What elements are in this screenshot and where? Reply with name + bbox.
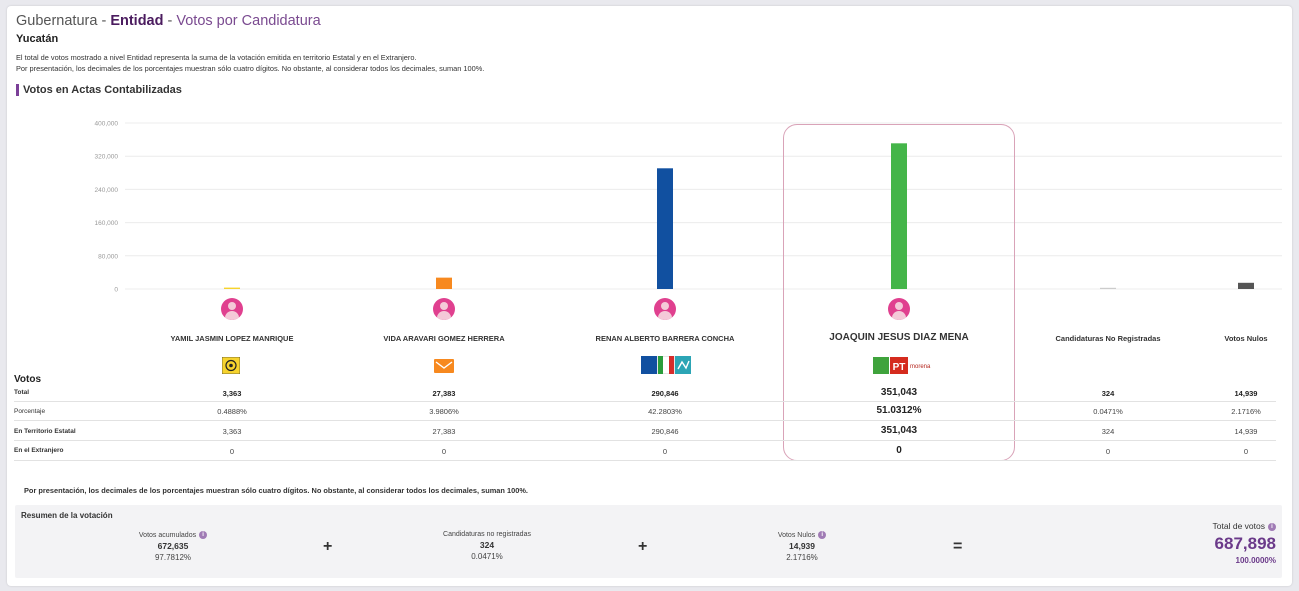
bar-4[interactable] bbox=[1100, 287, 1116, 289]
table-cell: 14,939 bbox=[1234, 389, 1258, 398]
bar-5[interactable] bbox=[1238, 282, 1254, 289]
bar-chart: 400,000 320,000 240,000 160,000 80,000 0 bbox=[95, 121, 1282, 294]
candidate-name: VIDA ARAVARI GOMEZ HERRERA bbox=[383, 334, 505, 343]
y-tick-label: 80,000 bbox=[98, 253, 118, 260]
votos-label: Votos bbox=[14, 374, 42, 385]
party-logo-icon bbox=[434, 359, 454, 373]
table-cell: 3,363 bbox=[222, 427, 242, 436]
summary-title: Resumen de la votación bbox=[21, 511, 113, 520]
total-value: 687,898 bbox=[1214, 534, 1276, 553]
info-icon[interactable]: i bbox=[818, 531, 827, 539]
info-icon[interactable]: i bbox=[1268, 522, 1276, 531]
acumulados-value: 672,635 bbox=[157, 541, 189, 551]
table-cell: 290,846 bbox=[651, 389, 679, 398]
row-divider bbox=[14, 460, 1276, 461]
row-label-extranjero: En el Extranjero bbox=[14, 447, 64, 454]
y-tick-label: 240,000 bbox=[95, 187, 119, 194]
table-cell: 27,383 bbox=[432, 389, 456, 398]
plus-sign: + bbox=[323, 538, 333, 555]
pt-logo-text: PT bbox=[893, 362, 906, 373]
info-icon[interactable]: i bbox=[199, 531, 208, 539]
row-divider bbox=[14, 401, 1276, 402]
nulos-pct: 2.1716% bbox=[786, 553, 818, 562]
avatar-icon bbox=[888, 298, 910, 320]
table-cell: 351,043 bbox=[880, 425, 918, 436]
total-pct: 100.0000% bbox=[1235, 556, 1276, 565]
candidate-name: JOAQUIN JESUS DIAZ MENA bbox=[829, 332, 969, 343]
party-logo-icon bbox=[222, 357, 240, 374]
row-label-estatal: En Territorio Estatal bbox=[14, 428, 76, 435]
footnote: Por presentación, los decimales de los p… bbox=[24, 486, 528, 495]
table-cell: 0 bbox=[1243, 447, 1249, 456]
bar-2[interactable] bbox=[657, 168, 673, 289]
table-cell: 3.9806% bbox=[429, 407, 459, 416]
table-cell: 2.1716% bbox=[1231, 407, 1261, 416]
no-reg-label: Candidaturas no registradas bbox=[443, 531, 531, 538]
bar-1[interactable] bbox=[436, 277, 452, 289]
no-reg-pct: 0.0471% bbox=[471, 552, 503, 561]
equals-sign: = bbox=[953, 538, 963, 555]
avatar-icon bbox=[433, 298, 455, 320]
summary-nulos: Votos Nulos i 14,939 2.1716% bbox=[722, 531, 882, 562]
morena-logo-text: morena bbox=[910, 364, 931, 370]
no-reg-value: 324 bbox=[479, 540, 495, 550]
table-cell: 290,846 bbox=[651, 427, 679, 436]
total-label: Total de votos bbox=[1212, 521, 1265, 531]
table-cell: 0 bbox=[441, 447, 447, 456]
table-cell: 27,383 bbox=[432, 427, 456, 436]
party-logo-icon bbox=[641, 356, 691, 374]
y-tick-label: 160,000 bbox=[95, 220, 119, 227]
table-cell: 0 bbox=[229, 447, 235, 456]
y-tick-label: 0 bbox=[114, 287, 118, 294]
table-cell: 0 bbox=[662, 447, 668, 456]
nulos-label: Votos Nulos bbox=[777, 531, 816, 539]
table-cell: 351,043 bbox=[880, 387, 918, 398]
candidate-name: YAMIL JASMIN LOPEZ MANRIQUE bbox=[170, 334, 294, 343]
row-label-total: Total bbox=[14, 389, 30, 396]
party-logo-icon: PT morena bbox=[873, 357, 931, 374]
y-tick-label: 320,000 bbox=[95, 154, 119, 161]
row-label-porcentaje: Porcentaje bbox=[14, 408, 46, 415]
candidate-name: RENAN ALBERTO BARRERA CONCHA bbox=[595, 334, 735, 343]
summary-no-registradas: Candidaturas no registradas 324 0.0471% bbox=[407, 531, 567, 561]
nulos-value: 14,939 bbox=[789, 541, 815, 551]
plus-sign: + bbox=[638, 538, 648, 555]
avatar-icon bbox=[654, 298, 676, 320]
summary-acumulados: Votos acumulados i 672,635 97.7812% bbox=[93, 531, 253, 562]
summary-total: Total de votos i 687,898 100.0000% bbox=[1213, 521, 1276, 565]
bar-0[interactable] bbox=[224, 287, 240, 289]
y-tick-label: 400,000 bbox=[95, 121, 119, 128]
avatar-icon bbox=[221, 298, 243, 320]
table-cell: 14,939 bbox=[1234, 427, 1258, 436]
candidate-name: Votos Nulos bbox=[1224, 334, 1268, 343]
row-divider bbox=[14, 440, 1276, 441]
table-cell: 3,363 bbox=[222, 389, 242, 398]
table-cell: 51.0312% bbox=[876, 405, 922, 416]
acumulados-label: Votos acumulados bbox=[138, 531, 197, 539]
row-divider bbox=[14, 420, 1276, 421]
vote-summary: Resumen de la votación Votos acumulados i… bbox=[15, 505, 1282, 578]
table-cell: 42.2803% bbox=[648, 407, 682, 416]
acumulados-pct: 97.7812% bbox=[154, 553, 192, 562]
table-cell: 0 bbox=[896, 445, 902, 456]
table-cell: 0.4888% bbox=[217, 407, 247, 416]
